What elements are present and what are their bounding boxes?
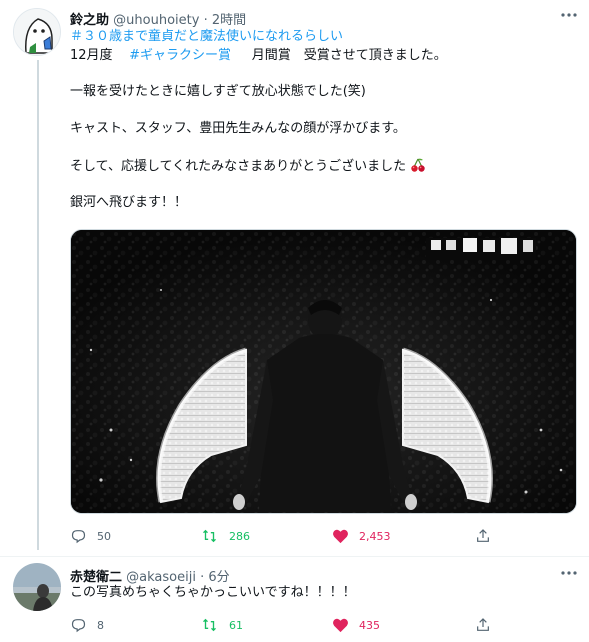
tweet-hashtag-line[interactable]: ＃３０歳まで童貞だと魔法使いになれるらしい <box>70 28 343 46</box>
reply-button[interactable]: 50 <box>70 528 111 544</box>
reply-ellipsis-icon[interactable] <box>560 564 578 586</box>
reply-retweet-count: 61 <box>229 618 243 632</box>
reply-text: この写真めちゃくちゃかっこいいですね！！！！ <box>70 585 356 600</box>
like-count: 2,453 <box>359 529 391 543</box>
ellipsis-icon[interactable] <box>560 6 578 28</box>
award-month: 12月度 <box>70 48 113 63</box>
reply-count: 50 <box>97 529 111 543</box>
retweet-icon <box>203 529 216 543</box>
tweet-line-4: キャスト、スタッフ、豊田先生みんなの顔が浮かびます。 <box>70 121 406 136</box>
share-icon <box>477 618 489 631</box>
heart-icon <box>333 529 348 544</box>
reply-icon <box>71 530 86 544</box>
reply-reply-button[interactable]: 8 <box>70 617 104 633</box>
thread-connector-line <box>37 60 39 550</box>
reply-reply-count: 8 <box>97 618 104 632</box>
author-name[interactable]: 鈴之助 <box>70 13 109 28</box>
reply-actions: 8 61 435 <box>70 616 490 634</box>
reply-icon <box>71 619 86 633</box>
cherries-emoji-icon <box>411 158 426 172</box>
reply-retweet-button[interactable]: 61 <box>200 617 243 633</box>
share-button[interactable] <box>475 528 491 544</box>
reply-like-count: 435 <box>359 618 380 632</box>
tweet-line-5: そして、応援してくれたみなさまありがとうございました <box>70 157 426 176</box>
tweet-line-6: 銀河へ飛びます！！ <box>70 195 188 210</box>
tweet-photo[interactable] <box>70 229 577 514</box>
ghost-avatar-icon <box>14 9 60 55</box>
share-icon <box>477 529 489 542</box>
author-avatar[interactable] <box>13 8 61 56</box>
more-options-icon <box>561 13 577 17</box>
tweet-actions: 50 286 2,453 <box>70 527 490 545</box>
reply-author-name[interactable]: 赤楚衛二 <box>70 570 122 585</box>
header-separator: · <box>203 13 208 28</box>
reply-header-separator: · <box>200 570 205 585</box>
tweet-line-award: 12月度 #ギャラクシー賞 月間賞 受賞させて頂きました。 <box>70 47 447 65</box>
heart-icon <box>333 618 348 633</box>
galaxy-award-hashtag[interactable]: #ギャラクシー賞 <box>129 48 231 63</box>
award-text: 月間賞 受賞させて頂きました。 <box>251 48 447 63</box>
retweet-button[interactable]: 286 <box>200 528 250 544</box>
reply-header: 赤楚衛二 @akasoeiji · 6分 <box>70 566 230 585</box>
reply-like-button[interactable]: 435 <box>332 617 380 633</box>
photo-avatar-icon <box>13 563 61 611</box>
reply-more-options-icon <box>561 571 577 575</box>
author-handle[interactable]: @uhouhoiety <box>113 13 199 28</box>
tweet-divider <box>0 556 589 557</box>
thanks-text: そして、応援してくれたみなさまありがとうございました <box>70 159 407 174</box>
hashtag-link[interactable]: ＃３０歳まで童貞だと魔法使いになれるらしい <box>70 29 343 44</box>
reply-timestamp[interactable]: 6分 <box>208 570 229 585</box>
angel-wings-photo <box>71 230 576 513</box>
like-button[interactable]: 2,453 <box>332 528 391 544</box>
reply-author-avatar[interactable] <box>13 563 61 611</box>
retweet-icon <box>203 618 216 632</box>
retweet-count: 286 <box>229 529 250 543</box>
tweet-timestamp[interactable]: 2時間 <box>212 13 246 28</box>
reply-author-handle[interactable]: @akasoeiji <box>126 570 196 585</box>
tweet-header: 鈴之助 @uhouhoiety · 2時間 <box>70 9 246 28</box>
tweet-line-3: 一報を受けたときに嬉しすぎて放心状態でした(笑) <box>70 84 366 99</box>
reply-share-button[interactable] <box>475 617 491 633</box>
